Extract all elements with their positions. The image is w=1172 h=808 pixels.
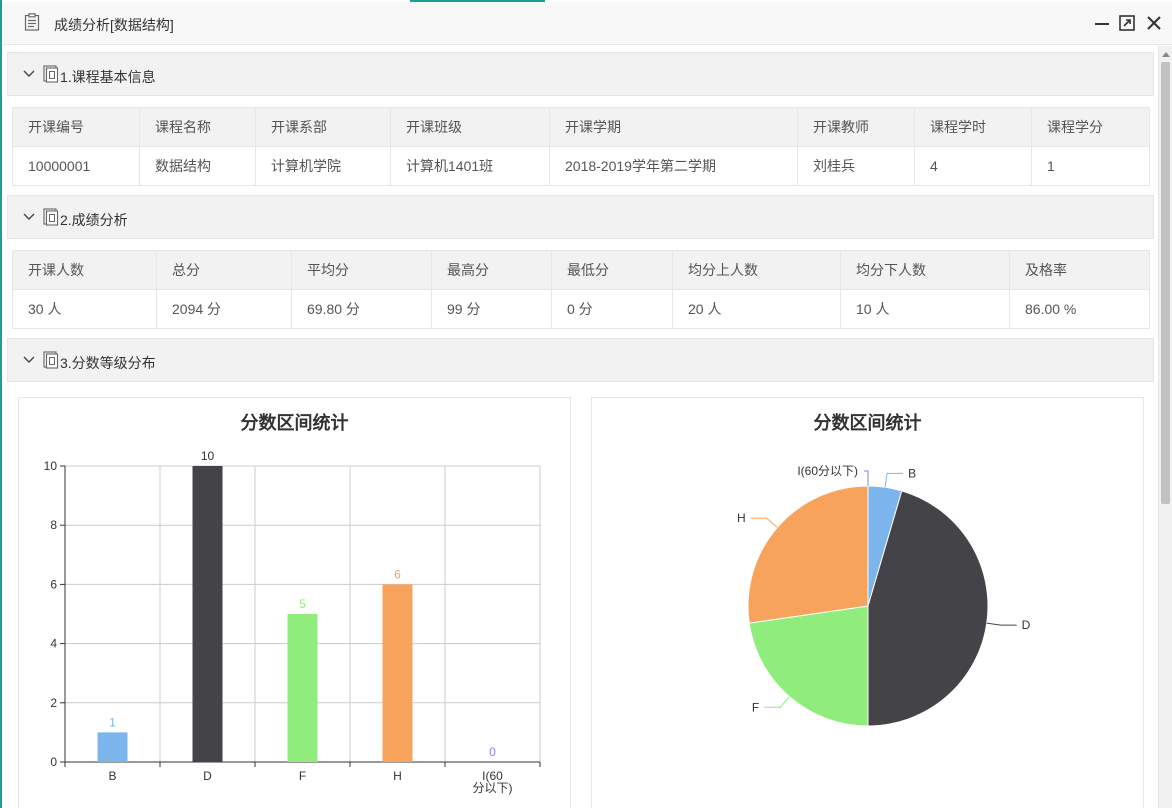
leader-line (750, 517, 778, 528)
bar-chart: 0 2 4 6 8 10 1 B 10 D 5 F 6 H 0 I(60 分以下) (44, 449, 541, 795)
table-cell: 69.80 分 (291, 289, 432, 329)
bar-chart-panel: 分数区间统计 0 2 4 6 8 10 1 B 10 D 5 F 6 H 0 I(60 分以下) (18, 397, 571, 808)
leader-line (864, 470, 869, 486)
column-header: 开课系部 (255, 107, 391, 147)
section-title: 2.成绩分析 (60, 212, 128, 228)
pie-slice (748, 605, 869, 727)
pie-label: H (737, 511, 746, 525)
data-label: 1 (109, 715, 116, 729)
column-header: 最高分 (431, 250, 552, 290)
column-header: 开课编号 (12, 107, 140, 147)
x-tick-label: F (299, 769, 306, 783)
document-icon (43, 65, 59, 83)
section-score-analysis-header[interactable]: 2.成绩分析 (7, 195, 1154, 239)
table-cell: 刘桂兵 (797, 146, 915, 186)
bar (192, 466, 223, 762)
data-label: 6 (394, 567, 401, 581)
score-analysis-table: 开课人数 总分 平均分 最高分 最低分 均分上人数 均分下人数 及格率 30 人… (12, 250, 1150, 329)
x-tick-label: I(60 分以下) (473, 769, 513, 795)
column-header: 开课教师 (797, 107, 915, 147)
y-tick-label: 6 (50, 577, 57, 591)
column-header: 均分下人数 (840, 250, 1010, 290)
pie-label: D (1022, 618, 1031, 632)
pie-label: I(60分以下) (797, 464, 858, 478)
table-cell: 30 人 (12, 289, 157, 329)
column-header: 开课班级 (390, 107, 550, 147)
x-tick-label: B (108, 769, 116, 783)
y-tick-label: 8 (50, 518, 57, 532)
clipboard-icon (24, 13, 40, 31)
window-titlebar: 成绩分析[数据结构] (2, 2, 1172, 45)
table-row: 10000001 数据结构 计算机学院 计算机1401班 2018-2019学年… (12, 146, 1150, 186)
column-header: 均分上人数 (672, 250, 841, 290)
vertical-scrollbar[interactable] (1158, 46, 1172, 808)
bar (97, 732, 128, 762)
chart-title: 分数区间统计 (813, 413, 922, 433)
table-header-row: 开课人数 总分 平均分 最高分 最低分 均分上人数 均分下人数 及格率 (12, 250, 1150, 290)
column-header: 课程名称 (139, 107, 256, 147)
chevron-down-icon (23, 213, 35, 220)
x-tick-label: D (203, 769, 212, 783)
column-header: 开课人数 (12, 250, 157, 290)
table-cell: 4 (914, 146, 1032, 186)
pie-label: F (752, 700, 759, 714)
column-header: 总分 (156, 250, 292, 290)
y-tick-label: 0 (50, 755, 57, 769)
course-info-table: 开课编号 课程名称 开课系部 开课班级 开课学期 开课教师 课程学时 课程学分 … (12, 107, 1150, 186)
bar (287, 614, 318, 762)
pie-chart-panel: 分数区间统计 B D F H I(60分以下) (591, 397, 1144, 808)
pie-slice (747, 485, 869, 624)
maximize-icon[interactable] (1118, 14, 1136, 32)
scroll-up-arrow-icon[interactable] (1162, 52, 1170, 57)
chart-title: 分数区间统计 (240, 413, 349, 433)
column-header: 开课学期 (549, 107, 798, 147)
content-area: 1.课程基本信息 开课编号 课程名称 开课系部 开课班级 开课学期 开课教师 课… (2, 46, 1158, 808)
document-icon (43, 208, 59, 226)
table-cell: 数据结构 (139, 146, 256, 186)
scrollbar-thumb[interactable] (1161, 62, 1170, 504)
data-label: 10 (201, 449, 215, 463)
table-cell: 10 人 (840, 289, 1010, 329)
table-cell: 2094 分 (156, 289, 292, 329)
column-header: 课程学时 (914, 107, 1032, 147)
bar (382, 584, 413, 762)
column-header: 及格率 (1009, 250, 1150, 290)
section-title: 3.分数等级分布 (60, 355, 156, 371)
pie-chart: B D F H I(60分以下) (737, 464, 1031, 727)
table-cell: 86.00 % (1009, 289, 1150, 329)
column-header: 最低分 (551, 250, 673, 290)
section-title: 1.课程基本信息 (60, 69, 156, 85)
window-title: 成绩分析[数据结构] (54, 17, 174, 33)
x-tick-label: H (393, 769, 402, 783)
column-header: 课程学分 (1031, 107, 1150, 147)
pie-label: B (908, 466, 916, 480)
leader-line (986, 622, 1017, 626)
minimize-icon[interactable] (1093, 14, 1111, 32)
leader-line (764, 696, 790, 708)
y-tick-label: 4 (50, 637, 57, 651)
leader-line (884, 472, 904, 488)
data-label: 0 (489, 745, 496, 759)
table-header-row: 开课编号 课程名称 开课系部 开课班级 开课学期 开课教师 课程学时 课程学分 (12, 107, 1150, 147)
column-header: 平均分 (291, 250, 432, 290)
section-grade-distribution-header[interactable]: 3.分数等级分布 (7, 338, 1154, 382)
chevron-down-icon (23, 356, 35, 363)
chevron-down-icon (23, 70, 35, 77)
table-cell: 20 人 (672, 289, 841, 329)
table-cell: 计算机学院 (255, 146, 391, 186)
document-icon (43, 351, 59, 369)
close-icon[interactable] (1145, 14, 1163, 32)
table-cell: 10000001 (12, 146, 140, 186)
table-cell: 1 (1031, 146, 1150, 186)
table-cell: 0 分 (551, 289, 673, 329)
table-cell: 99 分 (431, 289, 552, 329)
table-row: 30 人 2094 分 69.80 分 99 分 0 分 20 人 10 人 8… (12, 289, 1150, 329)
data-label: 5 (299, 597, 306, 611)
y-tick-label: 10 (44, 459, 58, 473)
y-tick-label: 2 (50, 696, 57, 710)
table-cell: 计算机1401班 (390, 146, 550, 186)
table-cell: 2018-2019学年第二学期 (549, 146, 798, 186)
section-course-info-header[interactable]: 1.课程基本信息 (7, 52, 1154, 96)
